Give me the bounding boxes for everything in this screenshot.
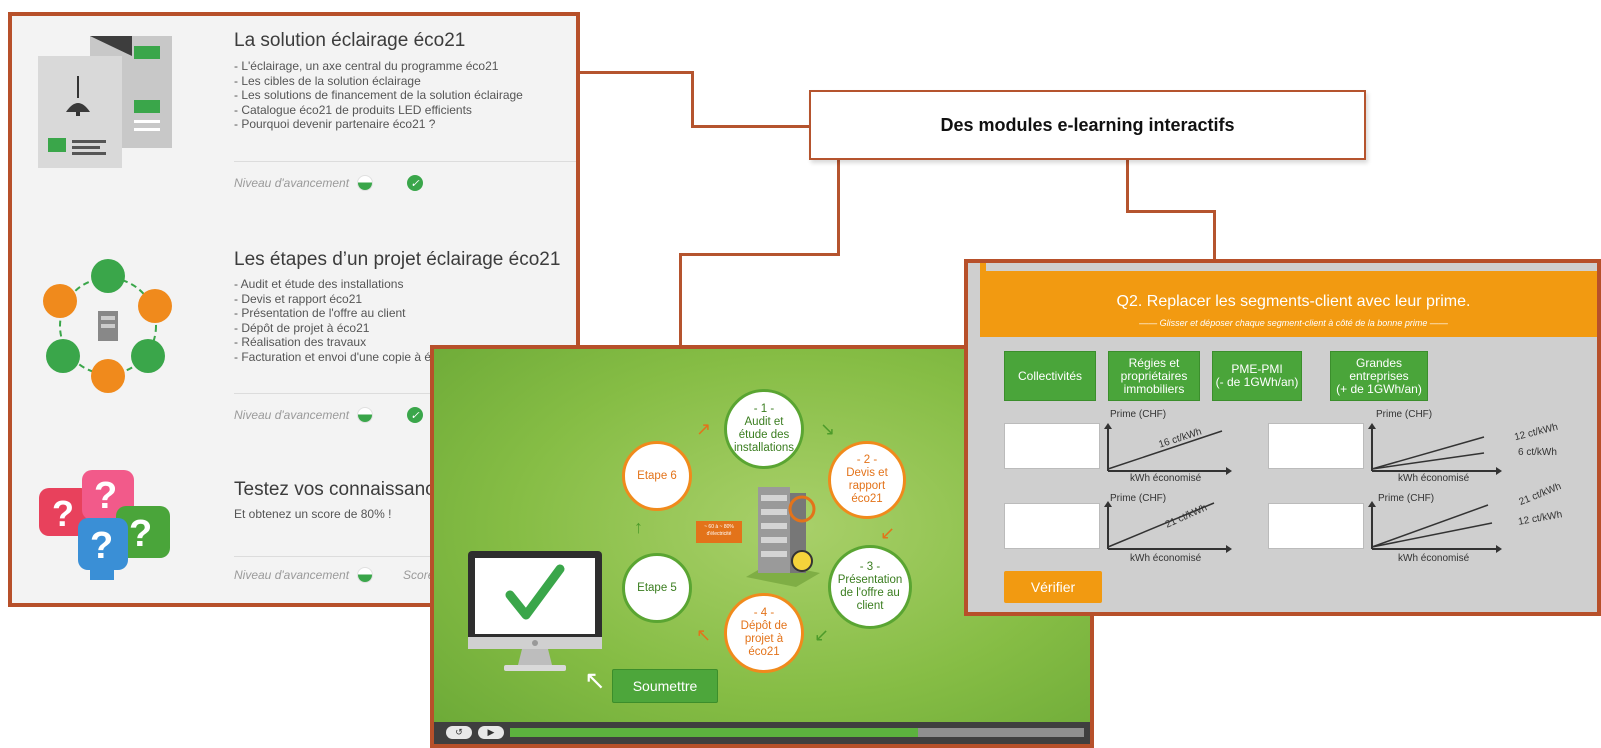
segment-grandes-entreprises[interactable]: Grandes entreprises (+ de 1GWh/an) xyxy=(1330,351,1428,401)
quiz-instruction: —— Glisser et déposer chaque segment-cli… xyxy=(1139,318,1448,328)
connector-line xyxy=(679,253,682,347)
connector-line xyxy=(1126,160,1129,212)
prime-graph-1 xyxy=(1104,423,1232,475)
svg-text:?: ? xyxy=(94,475,117,517)
replay-button[interactable]: ↺ xyxy=(446,726,472,739)
progress-label: Niveau d'avancement xyxy=(234,408,350,422)
drop-zone[interactable] xyxy=(1004,423,1100,469)
cycle-arrow-icon: ↙ xyxy=(814,625,830,645)
step-3-presentation[interactable]: - 3 - Présentation de l'offre au client xyxy=(828,545,912,629)
progress-row: Niveau d'avancement ✓ xyxy=(234,407,424,423)
step-4-submission[interactable]: - 4 - Dépôt de projet à éco21 xyxy=(724,593,804,673)
process-cycle-icon xyxy=(43,259,172,393)
topic-item: - Les cibles de la solution éclairage xyxy=(234,73,421,88)
rate-label: 12 ct/kWh xyxy=(1513,421,1560,444)
drop-zone[interactable] xyxy=(1004,503,1100,549)
topic-item: - Présentation de l'offre au client xyxy=(234,306,406,321)
rate-label: 12 ct/kWh xyxy=(1517,509,1564,528)
progress-half-icon xyxy=(357,567,374,583)
modules-label: Des modules e-learning interactifs xyxy=(809,90,1366,160)
topic-item: - Pourquoi devenir partenaire éco21 ? xyxy=(234,117,436,132)
segment-pme-pmi[interactable]: PME-PMI (- de 1GWh/an) xyxy=(1212,351,1302,401)
cycle-arrow-icon: ↗ xyxy=(696,419,712,439)
drop-zone[interactable] xyxy=(1268,503,1364,549)
prime-graph-4 xyxy=(1368,501,1502,553)
quiz-header: Q2. Replacer les segments-client avec le… xyxy=(980,271,1597,337)
module-topics: Et obtenez un score de 80% ! xyxy=(234,507,391,522)
topic-item: - Devis et rapport éco21 xyxy=(234,291,363,306)
topic-item: - L'éclairage, un axe central du program… xyxy=(234,59,499,73)
play-button[interactable]: ▶ xyxy=(478,726,504,739)
topic-item: - Catalogue éco21 de produits LED effici… xyxy=(234,102,472,117)
module-title: La solution éclairage éco21 xyxy=(234,30,466,51)
connector-line xyxy=(691,125,811,128)
x-axis-label: kWh économisé xyxy=(1130,473,1202,484)
building-illustration xyxy=(746,487,820,587)
connector-line xyxy=(679,253,840,256)
x-axis-label: kWh économisé xyxy=(1398,473,1470,484)
topic-item: - Réalisation des travaux xyxy=(234,335,367,350)
y-axis-label: Prime (CHF) xyxy=(1376,409,1433,420)
verify-button[interactable]: Vérifier xyxy=(1004,571,1102,603)
progress-half-icon xyxy=(357,175,374,191)
connector-line xyxy=(837,160,840,255)
cycle-arrow-icon: ↑ xyxy=(634,517,643,537)
step-6[interactable]: Etape 6 xyxy=(622,441,692,511)
module-lighting-solution[interactable]: La solution éclairage éco21 - L'éclairag… xyxy=(12,16,576,206)
prime-graph-2 xyxy=(1368,423,1502,475)
cycle-arrow-icon: ↘ xyxy=(820,419,836,439)
connector-line xyxy=(691,71,694,127)
svg-text:?: ? xyxy=(129,513,152,555)
segment-collectivites[interactable]: Collectivités xyxy=(1004,351,1096,401)
question-bubbles-icon: ? ? ? ? xyxy=(39,470,170,580)
svg-text:?: ? xyxy=(52,493,74,534)
y-axis-label: Prime (CHF) xyxy=(1378,493,1435,504)
rate-label: 6 ct/kWh xyxy=(1518,447,1557,458)
module-title: Les étapes d’un projet éclairage éco21 xyxy=(234,249,561,270)
monitor-check-icon xyxy=(468,551,602,671)
cycle-arrow-icon: ↙ xyxy=(880,523,896,543)
player-controls: ↺ ▶ xyxy=(434,722,1090,744)
connector-line xyxy=(1213,210,1216,261)
y-axis-label: Prime (CHF) xyxy=(1110,409,1167,420)
quiz-slide: Q2. Replacer les segments-client avec le… xyxy=(964,259,1601,616)
topic-item: Et obtenez un score de 80% ! xyxy=(234,507,392,521)
step-5[interactable]: Etape 5 xyxy=(622,553,692,623)
x-axis-label: kWh économisé xyxy=(1398,553,1470,564)
topic-item: - Audit et étude des installations xyxy=(234,277,404,291)
document-lamp-icon xyxy=(38,36,172,168)
module-topics: - L'éclairage, un axe central du program… xyxy=(234,59,523,132)
x-axis-label: kWh économisé xyxy=(1130,553,1202,564)
topic-item: - Facturation et envoi d'une copie à é xyxy=(234,349,432,364)
topic-item: - Les solutions de financement de la sol… xyxy=(234,88,523,103)
cycle-arrow-icon: ↖ xyxy=(696,625,712,645)
instruction-text: Glisser et déposer chaque segment-client… xyxy=(1159,318,1428,328)
quiz-question: Q2. Replacer les segments-client avec le… xyxy=(1116,293,1471,310)
progress-track[interactable] xyxy=(510,728,1084,737)
divider xyxy=(234,161,576,162)
progress-row: Niveau d'avancement Score xyxy=(234,567,434,583)
module-topics: - Audit et étude des installations - Dev… xyxy=(234,277,431,365)
electricity-badge: ~ 60 à ~ 80% d'électricité xyxy=(696,521,742,543)
progress-fill xyxy=(510,728,918,737)
connector-line xyxy=(1126,210,1216,213)
step-1-audit[interactable]: - 1 - Audit et étude des installations xyxy=(724,389,804,469)
module-title: Testez vos connaissance xyxy=(234,479,446,500)
segment-regies[interactable]: Régies et propriétaires immobiliers xyxy=(1108,351,1200,401)
curved-arrow-icon: ↖ xyxy=(584,665,606,695)
rate-label: 21 ct/kWh xyxy=(1517,481,1563,508)
progress-label: Niveau d'avancement xyxy=(234,568,350,582)
submit-button[interactable]: Soumettre xyxy=(612,669,718,703)
progress-row: Niveau d'avancement ✓ xyxy=(234,175,424,191)
drop-zone[interactable] xyxy=(1268,423,1364,469)
step-2-quote[interactable]: - 2 - Devis et rapport éco21 xyxy=(828,441,906,519)
check-icon: ✓ xyxy=(407,175,424,191)
progress-label: Niveau d'avancement xyxy=(234,176,350,190)
svg-text:?: ? xyxy=(90,525,113,567)
check-icon: ✓ xyxy=(407,407,424,423)
progress-half-icon xyxy=(357,407,374,423)
topic-item: - Dépôt de projet à éco21 xyxy=(234,320,370,335)
y-axis-label: Prime (CHF) xyxy=(1110,493,1167,504)
connector-line xyxy=(580,71,693,74)
